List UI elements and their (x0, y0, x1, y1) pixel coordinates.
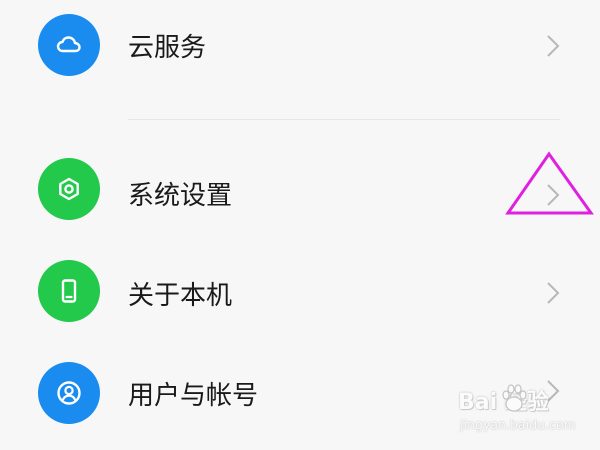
chevron-right-icon (544, 378, 562, 404)
settings-item-cloud-service[interactable]: 云服务 (0, 0, 600, 90)
settings-list: 云服务 系统设置 关于本机 用户与帐号 (0, 0, 600, 450)
chevron-right-icon (544, 280, 562, 306)
chevron-right-icon (544, 33, 562, 59)
settings-item-label: 云服务 (128, 33, 207, 63)
chevron-right-icon (544, 182, 562, 208)
settings-item-label: 关于本机 (128, 281, 233, 311)
user-circle-icon (38, 362, 100, 424)
settings-item-about-phone[interactable]: 关于本机 (0, 248, 600, 338)
settings-item-system-settings[interactable]: 系统设置 (0, 148, 600, 238)
settings-item-label: 系统设置 (128, 181, 233, 211)
cloud-icon (38, 14, 100, 76)
hexagon-settings-icon (38, 158, 100, 220)
settings-item-user-account[interactable]: 用户与帐号 (0, 348, 600, 438)
phone-icon (38, 260, 100, 322)
divider (128, 119, 560, 120)
settings-item-label: 用户与帐号 (128, 381, 259, 411)
